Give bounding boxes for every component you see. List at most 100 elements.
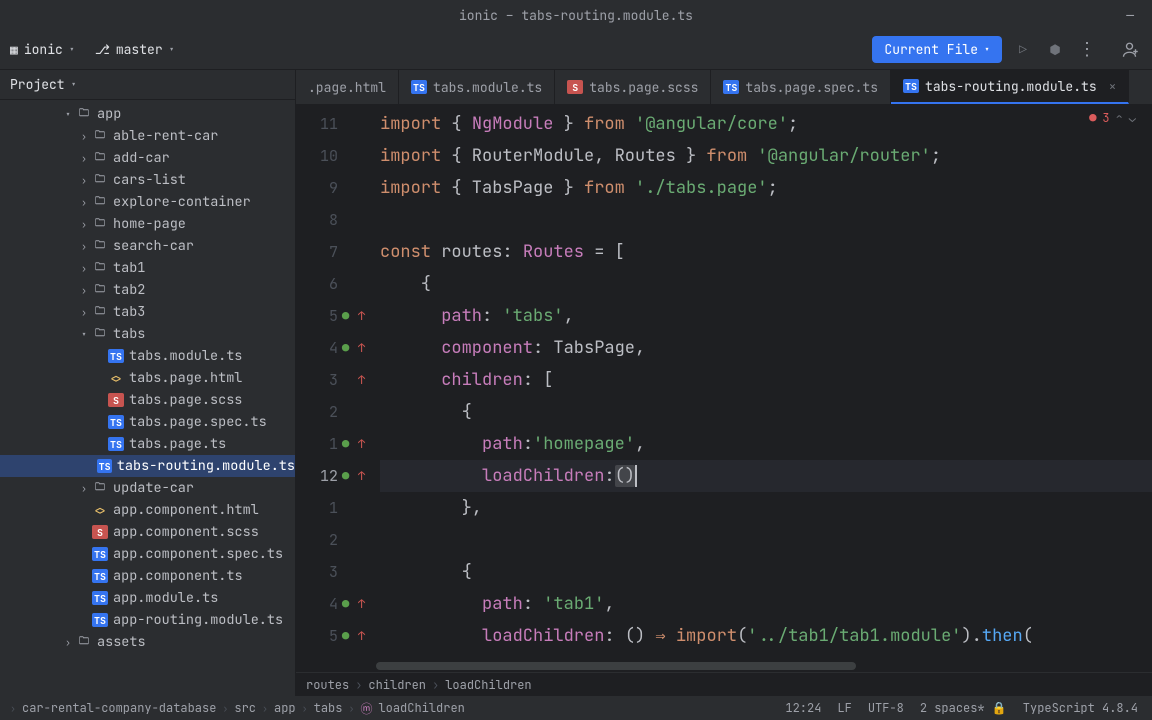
tree-node[interactable]: ›🗀cars-list — [0, 169, 295, 191]
run-button[interactable]: ▷ — [1012, 39, 1034, 61]
more-menu[interactable]: ⋮ — [1076, 39, 1098, 61]
tree-node[interactable]: TSapp-routing.module.ts — [0, 609, 295, 631]
expand-arrow[interactable]: › — [78, 240, 90, 253]
tree-node[interactable]: ›🗀update-car — [0, 477, 295, 499]
code-line[interactable]: import { NgModule } from '@angular/core'… — [380, 108, 1152, 140]
editor-tab[interactable]: .page.html — [296, 70, 399, 104]
file-label: tabs.page.spec.ts — [129, 413, 267, 431]
expand-arrow[interactable]: ▾ — [62, 108, 74, 121]
tree-node[interactable]: ›🗀tab3 — [0, 301, 295, 323]
tree-node[interactable]: Sapp.component.scss — [0, 521, 295, 543]
cursor-position[interactable]: 12:24 — [785, 700, 821, 716]
expand-arrow[interactable]: › — [78, 218, 90, 231]
expand-arrow[interactable]: › — [78, 152, 90, 165]
run-config-button[interactable]: Current File ▾ — [872, 36, 1002, 63]
expand-arrow[interactable]: › — [78, 174, 90, 187]
crumb-item[interactable]: loadChildren — [378, 700, 464, 716]
code-line[interactable]: { — [380, 268, 1152, 300]
tree-node[interactable]: TSapp.component.ts — [0, 565, 295, 587]
vcs-marker: ● — [342, 340, 354, 356]
expand-arrow[interactable]: › — [78, 196, 90, 209]
crumb-item[interactable]: loadChildren — [445, 677, 531, 693]
editor-breadcrumb[interactable]: routes › children › loadChildren — [296, 672, 1152, 696]
expand-arrow[interactable]: › — [78, 262, 90, 275]
code-line[interactable]: loadChildren: () ⇒ import('../tab1/tab1.… — [380, 620, 1152, 652]
tree-node[interactable]: ›🗀add-car — [0, 147, 295, 169]
code-line[interactable]: import { RouterModule, Routes } from '@a… — [380, 140, 1152, 172]
code-line[interactable]: component: TabsPage, — [380, 332, 1152, 364]
code-line[interactable] — [380, 524, 1152, 556]
language-version[interactable]: TypeScript 4.8.4 — [1023, 700, 1138, 716]
gutter-line: 1 — [296, 492, 380, 524]
tree-node[interactable]: ›🗀tab1 — [0, 257, 295, 279]
tree-node[interactable]: ▾🗀app — [0, 103, 295, 125]
chevron-right-icon: › — [432, 677, 439, 693]
crumb-item[interactable]: children — [368, 677, 426, 693]
editor-tab[interactable]: TStabs.module.ts — [399, 70, 555, 104]
tree-node[interactable]: ›🗀search-car — [0, 235, 295, 257]
editor-tab[interactable]: TStabs.page.spec.ts — [711, 70, 891, 104]
toolbar-left: ▦ ionic ▾ ⎇ master ▾ — [10, 41, 175, 58]
project-header-label: Project — [10, 76, 65, 93]
crumb-item[interactable]: routes — [306, 677, 349, 693]
code-line[interactable]: children: [ — [380, 364, 1152, 396]
tree-node[interactable]: TSapp.module.ts — [0, 587, 295, 609]
expand-arrow[interactable]: › — [78, 130, 90, 143]
tree-node[interactable]: ›🗀tab2 — [0, 279, 295, 301]
tree-node[interactable]: TStabs.page.spec.ts — [0, 411, 295, 433]
minimize-icon[interactable]: — — [1126, 7, 1134, 24]
file-tree[interactable]: ▾🗀app›🗀able-rent-car›🗀add-car›🗀cars-list… — [0, 100, 295, 696]
project-header[interactable]: Project ▾ — [0, 70, 295, 100]
code-line[interactable]: path:'homepage', — [380, 428, 1152, 460]
code-line[interactable] — [380, 204, 1152, 236]
code-line[interactable]: { — [380, 556, 1152, 588]
code-line[interactable]: path: 'tabs', — [380, 300, 1152, 332]
debug-button[interactable]: ⬢ — [1044, 39, 1066, 61]
file-encoding[interactable]: UTF-8 — [868, 700, 904, 716]
tree-node[interactable]: TStabs-routing.module.ts — [0, 455, 295, 477]
chevron-right-icon: › — [262, 702, 268, 715]
tab-label: tabs.module.ts — [433, 79, 542, 96]
account-icon[interactable] — [1120, 39, 1142, 61]
expand-arrow[interactable]: › — [78, 482, 90, 495]
tree-node[interactable]: ›🗀explore-container — [0, 191, 295, 213]
code-line[interactable]: import { TabsPage } from './tabs.page'; — [380, 172, 1152, 204]
tree-node[interactable]: <>tabs.page.html — [0, 367, 295, 389]
file-label: tabs — [113, 325, 145, 343]
code-area[interactable]: ● 3 ⌃ ⌄ 111098765●↑4●↑3↑21●↑12●↑1234●↑5●… — [296, 104, 1152, 662]
code-line[interactable]: { — [380, 396, 1152, 428]
expand-arrow[interactable]: › — [78, 284, 90, 297]
close-icon[interactable]: × — [1109, 78, 1117, 95]
tree-node[interactable]: ▾🗀tabs — [0, 323, 295, 345]
crumb-item[interactable]: app — [274, 700, 296, 716]
code-text[interactable]: import { NgModule } from '@angular/core'… — [380, 104, 1152, 662]
code-line[interactable]: }, — [380, 492, 1152, 524]
crumb-item[interactable]: tabs — [314, 700, 343, 716]
tree-node[interactable]: <>app.component.html — [0, 499, 295, 521]
indent-setting[interactable]: 2 spaces* 🔒 — [920, 700, 1007, 716]
project-selector[interactable]: ▦ ionic ▾ — [10, 41, 75, 58]
status-breadcrumb[interactable]: › car-rental-company-database › src › ap… — [0, 700, 475, 717]
tree-node[interactable]: Stabs.page.scss — [0, 389, 295, 411]
expand-arrow[interactable]: ▾ — [78, 328, 90, 341]
branch-selector[interactable]: ⎇ master ▾ — [95, 41, 175, 58]
editor-tab[interactable]: Stabs.page.scss — [555, 70, 711, 104]
horizontal-scrollbar[interactable] — [296, 662, 1152, 672]
code-line[interactable]: const routes: Routes = [ — [380, 236, 1152, 268]
tree-node[interactable]: TStabs.page.ts — [0, 433, 295, 455]
tree-node[interactable]: TSapp.component.spec.ts — [0, 543, 295, 565]
code-line[interactable]: loadChildren:() — [380, 460, 1152, 492]
expand-arrow[interactable]: › — [62, 636, 74, 649]
editor-tab[interactable]: TStabs-routing.module.ts× — [891, 70, 1129, 104]
code-line[interactable]: path: 'tab1', — [380, 588, 1152, 620]
tree-node[interactable]: ›🗀able-rent-car — [0, 125, 295, 147]
tree-node[interactable]: ›🗀home-page — [0, 213, 295, 235]
crumb-item[interactable]: src — [234, 700, 256, 716]
folder-icon: 🗀 — [92, 481, 108, 495]
tree-node[interactable]: TStabs.module.ts — [0, 345, 295, 367]
tree-node[interactable]: ›🗀assets — [0, 631, 295, 653]
line-ending[interactable]: LF — [837, 700, 851, 716]
expand-arrow[interactable]: › — [78, 306, 90, 319]
crumb-item[interactable]: car-rental-company-database — [22, 700, 216, 716]
scss-file-icon: S — [567, 80, 583, 94]
